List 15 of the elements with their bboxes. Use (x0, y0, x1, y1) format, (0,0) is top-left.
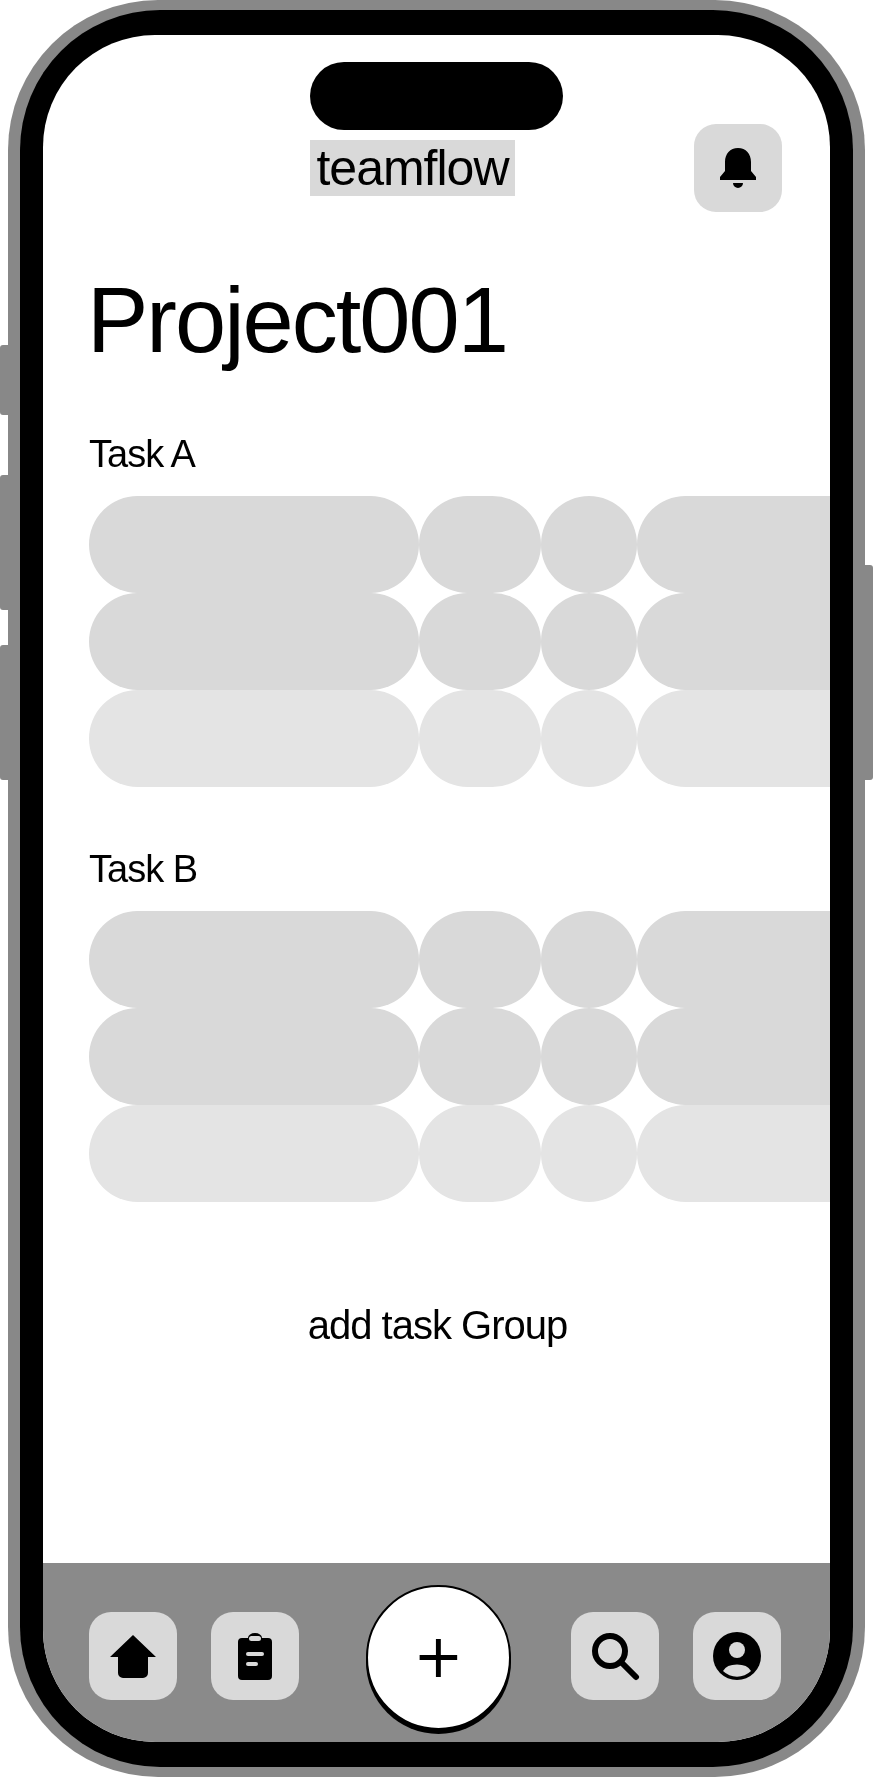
notification-button[interactable] (694, 124, 782, 212)
home-button[interactable] (89, 1612, 177, 1700)
task-group-title: Task A (89, 432, 197, 476)
search-button[interactable] (571, 1612, 659, 1700)
tasks-button[interactable] (211, 1612, 299, 1700)
bell-icon (717, 145, 759, 191)
profile-icon (712, 1631, 762, 1681)
search-icon (590, 1631, 640, 1681)
project-title: Project001 (87, 270, 508, 370)
app-logo: teamflow (310, 140, 515, 196)
add-task-group-link[interactable]: add task Group (305, 1302, 568, 1348)
profile-button[interactable] (693, 1612, 781, 1700)
task-group-title: Task B (89, 847, 199, 891)
home-icon (108, 1633, 158, 1679)
clipboard-icon (236, 1632, 274, 1680)
